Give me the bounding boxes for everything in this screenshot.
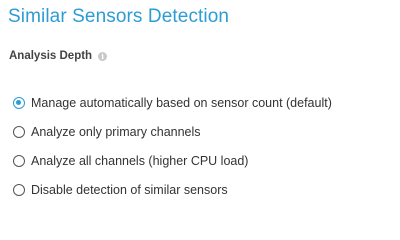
radio-option-primary[interactable]: Analyze only primary channels	[13, 117, 332, 146]
radio-button-all[interactable]	[13, 154, 25, 167]
info-icon[interactable]: i	[98, 51, 108, 61]
section-title: Similar Sensors Detection	[8, 6, 230, 27]
analysis-depth-label: Analysis Depth	[9, 50, 93, 62]
radio-button-primary[interactable]	[13, 125, 25, 138]
radio-button-auto[interactable]	[13, 96, 25, 109]
analysis-depth-header: Analysis Depth i	[9, 50, 108, 62]
radio-label-primary[interactable]: Analyze only primary channels	[31, 125, 201, 139]
radio-label-all[interactable]: Analyze all channels (higher CPU load)	[31, 154, 248, 168]
radio-button-disable[interactable]	[13, 183, 25, 196]
radio-label-disable[interactable]: Disable detection of similar sensors	[31, 183, 228, 197]
analysis-depth-radio-group: Manage automatically based on sensor cou…	[13, 88, 332, 204]
similar-sensors-panel: Similar Sensors Detection Analysis Depth…	[0, 0, 400, 203]
radio-label-auto[interactable]: Manage automatically based on sensor cou…	[31, 96, 332, 110]
radio-option-auto[interactable]: Manage automatically based on sensor cou…	[13, 88, 332, 117]
radio-option-all[interactable]: Analyze all channels (higher CPU load)	[13, 146, 332, 175]
radio-option-disable[interactable]: Disable detection of similar sensors	[13, 175, 332, 204]
